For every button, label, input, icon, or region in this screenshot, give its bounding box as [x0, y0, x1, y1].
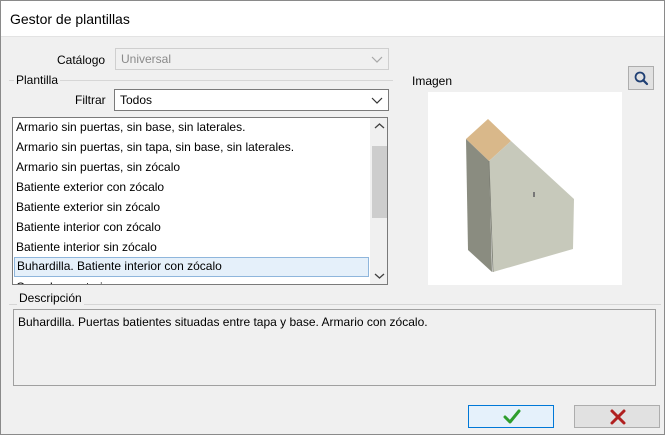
list-item[interactable]: Armario sin puertas, sin tapa, sin base,… — [14, 138, 369, 158]
filter-select[interactable]: Todos — [114, 89, 389, 111]
catalog-value: Universal — [121, 52, 172, 66]
cabinet-preview — [466, 119, 574, 273]
list-scrollbar[interactable] — [370, 118, 387, 284]
list-item[interactable]: Batiente interior sin zócalo — [14, 238, 369, 258]
check-icon — [503, 409, 521, 424]
list-item[interactable]: Armario sin puertas, sin base, sin later… — [14, 118, 369, 138]
search-icon — [634, 71, 649, 86]
catalog-label: Catálogo — [57, 53, 106, 67]
description-text: Buhardilla. Puertas batientes situadas e… — [18, 315, 428, 329]
list-item[interactable]: Armario sin puertas, sin zócalo — [14, 158, 369, 178]
filter-value: Todos — [120, 93, 153, 107]
description-label: Descripción — [17, 291, 84, 305]
title-bar: Gestor de plantillas — [1, 1, 664, 37]
template-manager-dialog: Gestor de plantillas Catálogo Universal … — [0, 0, 665, 435]
list-item[interactable]: Corredera exterior — [14, 278, 369, 284]
cancel-button[interactable] — [574, 405, 660, 428]
window-title: Gestor de plantillas — [10, 11, 130, 27]
description-group-border — [9, 304, 661, 305]
template-group-border — [9, 80, 393, 81]
list-item[interactable]: Batiente exterior sin zócalo — [14, 198, 369, 218]
scroll-up-icon[interactable] — [371, 118, 388, 135]
description-box: Buhardilla. Puertas batientes situadas e… — [13, 309, 656, 386]
image-label: Imagen — [412, 74, 453, 88]
list-item[interactable]: Batiente interior con zócalo — [14, 218, 369, 238]
scroll-thumb[interactable] — [372, 146, 387, 218]
catalog-select[interactable]: Universal — [115, 48, 389, 70]
template-group-label: Plantilla — [14, 73, 61, 87]
template-list[interactable]: Armario sin puertas, sin base, sin later… — [12, 117, 388, 285]
footer-separator — [1, 396, 664, 397]
cabinet-front — [489, 141, 574, 272]
list-item-selected[interactable]: Buhardilla. Batiente interior con zócalo — [14, 257, 369, 277]
scroll-down-icon[interactable] — [371, 267, 388, 284]
chevron-down-icon — [371, 97, 383, 104]
list-item[interactable]: Batiente exterior con zócalo — [14, 178, 369, 198]
template-preview-image — [428, 92, 622, 285]
x-icon — [610, 409, 626, 425]
filter-label: Filtrar — [75, 93, 106, 107]
chevron-down-icon — [371, 56, 383, 63]
ok-button[interactable] — [468, 405, 554, 428]
search-button[interactable] — [628, 66, 654, 90]
